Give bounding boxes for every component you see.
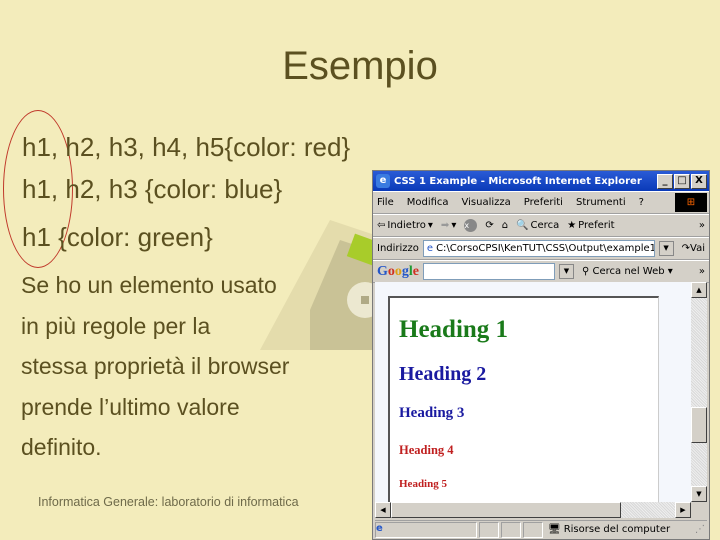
code-line-blue: h1, h2, h3 {color: blue} bbox=[22, 174, 283, 204]
status-segment bbox=[479, 521, 499, 538]
code-line-green: h1 {color: green} bbox=[22, 222, 213, 252]
page-viewport: Heading 1 Heading 2 Heading 3 Heading 4 … bbox=[375, 282, 691, 518]
stop-icon[interactable]: x bbox=[464, 219, 478, 232]
heading-1: Heading 1 bbox=[399, 316, 509, 343]
resize-grip-icon[interactable]: ⋰ bbox=[695, 524, 705, 535]
forward-button[interactable]: ➡ ▾ bbox=[441, 220, 456, 231]
heading-5: Heading 5 bbox=[399, 478, 447, 490]
menu-strumenti[interactable]: Strumenti bbox=[576, 197, 626, 208]
computer-icon: 🖥 bbox=[548, 524, 561, 535]
menu-file[interactable]: File bbox=[377, 197, 394, 208]
paragraph-line: Se ho un elemento usato bbox=[21, 272, 277, 298]
maximize-button[interactable]: □ bbox=[674, 173, 690, 189]
address-label: Indirizzo bbox=[377, 243, 419, 254]
minimize-button[interactable]: _ bbox=[657, 173, 673, 189]
heading-4: Heading 4 bbox=[399, 443, 454, 457]
heading-2: Heading 2 bbox=[399, 363, 487, 385]
code-line-red: h1, h2, h3, h4, h5{color: red} bbox=[22, 132, 351, 162]
scroll-up-button[interactable]: ▲ bbox=[691, 282, 707, 298]
horizontal-scroll-thumb[interactable] bbox=[391, 502, 621, 518]
slide-footer: Informatica Generale: laboratorio di inf… bbox=[38, 495, 299, 509]
address-input[interactable]: e C:\CorsoCPSI\KenTUT\CSS\Output\example… bbox=[422, 240, 655, 257]
logo-letter: g bbox=[401, 263, 409, 279]
binoculars-icon: ⚲ bbox=[582, 266, 590, 277]
search-icon: 🔍 bbox=[516, 220, 529, 231]
favorites-label: Preferit bbox=[578, 220, 615, 231]
back-button[interactable]: ⇦ Indietro ▾ bbox=[377, 220, 433, 231]
back-label: Indietro bbox=[387, 220, 426, 231]
browser-window: e CSS 1 Example - Microsoft Internet Exp… bbox=[372, 170, 710, 540]
address-dropdown-button[interactable]: ▼ bbox=[658, 241, 674, 256]
close-button[interactable]: X bbox=[691, 173, 707, 189]
logo-letter: e bbox=[412, 263, 419, 279]
toolbar-overflow-chevron[interactable]: » bbox=[699, 220, 705, 231]
refresh-icon[interactable]: ⟳ bbox=[485, 220, 493, 231]
logo-letter: o bbox=[387, 263, 395, 279]
status-ie-icon: e bbox=[375, 521, 477, 538]
status-segment bbox=[523, 521, 543, 538]
rendered-page: Heading 1 Heading 2 Heading 3 Heading 4 … bbox=[388, 296, 659, 518]
horizontal-scrollbar[interactable]: ◀ ▶ bbox=[375, 502, 691, 518]
address-bar: Indirizzo e C:\CorsoCPSI\KenTUT\CSS\Outp… bbox=[373, 237, 709, 260]
status-bar: e 🖥 Risorse del computer ⋰ bbox=[375, 520, 707, 538]
google-dropdown-button[interactable]: ▼ bbox=[559, 264, 574, 279]
status-zone: Risorse del computer bbox=[563, 524, 671, 535]
paragraph-line: definito. bbox=[21, 434, 102, 460]
paragraph-line: prende l’ultimo valore bbox=[21, 393, 240, 420]
scroll-right-button[interactable]: ▶ bbox=[675, 502, 691, 518]
favorites-button[interactable]: ★ Preferit bbox=[567, 220, 614, 231]
back-arrow-icon: ⇦ bbox=[377, 220, 386, 231]
logo-letter: o bbox=[394, 263, 402, 279]
star-icon: ★ bbox=[567, 220, 577, 231]
go-button[interactable]: ↷Vai bbox=[682, 243, 705, 254]
forward-arrow-icon: ➡ bbox=[440, 220, 450, 231]
scroll-down-button[interactable]: ▼ bbox=[691, 486, 707, 502]
search-button[interactable]: 🔍 Cerca bbox=[516, 220, 559, 231]
home-icon[interactable]: ⌂ bbox=[502, 220, 508, 231]
google-logo[interactable]: Google bbox=[377, 264, 419, 280]
standard-toolbar: ⇦ Indietro ▾ ➡ ▾ x ⟳ ⌂ 🔍 Cerca ★ Preferit » bbox=[373, 214, 709, 237]
window-title: CSS 1 Example - Microsoft Internet Explo… bbox=[394, 175, 642, 187]
go-label: Vai bbox=[690, 243, 705, 254]
menu-bar: File Modifica Visualizza Preferiti Strum… bbox=[373, 191, 709, 214]
google-search-button[interactable]: ⚲ Cerca nel Web ▾ bbox=[582, 266, 673, 277]
vertical-scrollbar[interactable]: ▲ ▼ bbox=[691, 282, 707, 502]
explanation-paragraph: Se ho un elemento usato in più regole pe… bbox=[21, 265, 361, 468]
window-titlebar[interactable]: e CSS 1 Example - Microsoft Internet Exp… bbox=[373, 171, 709, 191]
heading-3: Heading 3 bbox=[399, 405, 465, 421]
logo-letter: G bbox=[377, 263, 388, 279]
address-value: C:\CorsoCPSI\KenTUT\CSS\Output\example10 bbox=[436, 243, 655, 254]
google-overflow-chevron[interactable]: » bbox=[699, 266, 705, 277]
menu-visualizza[interactable]: Visualizza bbox=[462, 197, 511, 208]
search-label: Cerca bbox=[530, 220, 560, 231]
paragraph-line: stessa proprietà il browser bbox=[21, 353, 290, 379]
vertical-scroll-thumb[interactable] bbox=[691, 407, 707, 443]
google-search-input[interactable] bbox=[423, 263, 555, 280]
ie-logo-icon: e bbox=[376, 174, 390, 188]
go-arrow-icon: ↷ bbox=[681, 243, 691, 254]
google-toolbar: Google ▼ ⚲ Cerca nel Web ▾ » bbox=[373, 260, 709, 283]
slide-title: Esempio bbox=[282, 44, 438, 88]
page-icon: e bbox=[426, 243, 434, 254]
scroll-left-button[interactable]: ◀ bbox=[375, 502, 391, 518]
menu-modifica[interactable]: Modifica bbox=[407, 197, 449, 208]
menu-help[interactable]: ? bbox=[639, 197, 644, 208]
paragraph-line: in più regole per la bbox=[21, 312, 211, 339]
windows-logo-icon: ⊞ bbox=[675, 193, 707, 212]
menu-preferiti[interactable]: Preferiti bbox=[524, 197, 563, 208]
status-segment bbox=[501, 521, 521, 538]
google-search-label: Cerca nel Web bbox=[592, 266, 665, 277]
